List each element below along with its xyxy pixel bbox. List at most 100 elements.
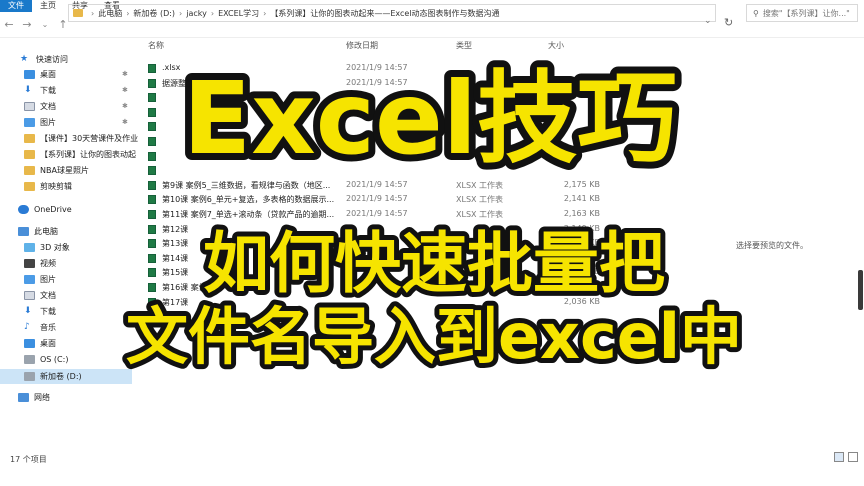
nav-music[interactable]: ♪ 音乐 [24,320,56,335]
file-row[interactable]: .xlsx 2021/1/9 14:57 [148,61,608,76]
nav-pc-downloads[interactable]: ⬇ 下载 [24,304,56,319]
folder-icon [24,182,35,191]
file-row[interactable] [148,163,608,178]
file-row[interactable]: 第12课 2,149 KB [148,222,608,237]
back-arrow-icon[interactable]: ← [0,18,18,31]
large-icons-view-icon[interactable] [848,452,858,462]
file-row[interactable] [148,119,608,134]
excel-file-icon [148,93,156,103]
breadcrumb-this-pc[interactable]: 此电脑 [98,8,122,19]
scrollbar-thumb[interactable] [858,270,863,310]
column-header-date[interactable]: 修改日期 [346,40,378,54]
column-header-name[interactable]: 名称 [148,40,164,54]
nav-documents[interactable]: 文档 [24,99,56,114]
pin-icon[interactable]: ✱ [122,70,128,78]
download-icon: ⬇ [24,306,32,316]
excel-file-icon [148,268,156,278]
excel-file-icon [148,151,156,161]
folder-icon [24,134,35,143]
column-header-type[interactable]: 类型 [456,40,472,54]
excel-file-icon [148,122,156,132]
drive-icon [24,355,35,364]
address-bar[interactable]: › 此电脑 › 新加卷 (D:) › jacky › EXCEL学习 › 【系列… [68,4,716,22]
nav-folder-series[interactable]: 【系列课】让你的图表动起 [24,147,136,162]
nav-3d-objects[interactable]: 3D 对象 [24,240,70,255]
file-row[interactable]: 第16课 案例 2,146 KB [148,280,608,295]
document-icon [24,291,35,300]
file-type: XLSX 工作表 [456,180,504,190]
breadcrumb-current-folder[interactable]: 【系列课】让你的图表动起来——Excel动态图表制作与数据沟通 [270,8,499,19]
nav-label: 下载 [40,86,56,95]
file-row[interactable] [148,90,608,105]
breadcrumb-excel-study[interactable]: EXCEL学习 [218,8,259,19]
nav-pc-documents[interactable]: 文档 [24,288,56,303]
excel-file-icon [148,137,156,146]
details-view-icon[interactable] [834,452,844,462]
tab-file[interactable]: 文件 [0,0,32,12]
excel-file-icon [148,78,156,88]
nav-label: 【系列课】让你的图表动起 [40,150,136,159]
breadcrumb-drive-d[interactable]: 新加卷 (D:) [133,8,175,19]
file-row[interactable]: 第11课 案例7_单选+滚动条（贷款产品的逾期... 2021/1/9 14:57… [148,207,608,222]
nav-drive-d[interactable]: 新加卷 (D:) [0,369,132,384]
pin-icon[interactable]: ✱ [122,102,128,110]
nav-this-pc[interactable]: 此电脑 [18,224,58,239]
nav-pc-pictures[interactable]: 图片 [24,272,56,287]
pin-icon[interactable]: ✱ [122,118,128,126]
file-row[interactable]: 第9课 案例5_三维数据，看规律与函数（地区... 2021/1/9 14:57 X… [148,178,608,193]
file-date: 2021/1/9 14:57 [346,209,408,218]
nav-label: NBA球星照片 [40,166,89,175]
file-row[interactable]: 第13课 2,166 KB [148,236,608,251]
folder-icon [24,166,35,175]
nav-quick-access[interactable]: ★ 快速访问 [20,52,68,67]
forward-arrow-icon[interactable]: → [18,18,36,31]
refresh-icon[interactable]: ↻ [724,16,733,29]
file-row[interactable] [148,105,608,120]
file-row[interactable] [148,149,608,164]
file-date: 2021/1/9 14:57 [346,194,408,204]
nav-label: 音乐 [40,323,56,332]
address-dropdown-icon[interactable]: ⌄ [704,16,712,26]
desktop-icon [24,70,35,79]
nav-label: 图片 [40,275,56,284]
file-row[interactable]: 第17课 2,036 KB [148,295,608,310]
nav-label: 桌面 [40,70,56,79]
search-icon: ⚲ [753,8,759,18]
file-row[interactable]: 第14课 2,151 KB [148,251,608,266]
nav-folder-nba[interactable]: NBA球星照片 [24,163,89,178]
nav-videos[interactable]: 视频 [24,256,56,271]
nav-pc-desktop[interactable]: 桌面 [24,336,56,351]
file-size: 2,163 KB [563,209,600,218]
tab-home[interactable]: 主页 [32,0,64,12]
breadcrumb-jacky[interactable]: jacky [186,9,207,18]
nav-onedrive[interactable]: OneDrive [18,202,72,217]
folder-icon [24,150,35,159]
file-row[interactable]: 第15课 2,158 KB [148,265,608,280]
search-placeholder: 搜索"【系列课】让你..." [762,8,850,18]
nav-drive-c[interactable]: OS (C:) [24,352,68,367]
file-size: 2,151 KB [563,252,600,262]
breadcrumb-separator-icon: › [126,8,130,18]
file-row[interactable]: 据源整理.xlsx 2021/1/9 14:57 [148,76,608,91]
file-name: 第11课 案例7_单选+滚动条（贷款产品的逾期... [162,210,335,219]
view-toggle-group [834,452,858,462]
file-date: 2021/1/9 14:57 [346,63,408,72]
navigation-pane: ★ 快速访问 桌面 ✱ ⬇ 下载 ✱ 文档 ✱ 图片 ✱ 【课件】30天营课件及… [0,40,138,450]
nav-desktop[interactable]: 桌面 [24,67,56,82]
nav-pictures[interactable]: 图片 [24,115,56,130]
excel-file-icon [148,166,156,176]
file-row[interactable] [148,134,608,149]
file-size: 2,158 KB [563,267,600,277]
column-header-size[interactable]: 大小 [548,40,564,54]
file-date: 2021/1/9 14:57 [346,179,408,189]
file-row[interactable]: 第10课 案例6_单元+复选，多表格的数据展示... 2021/1/9 14:57… [148,192,608,207]
nav-network[interactable]: 网络 [18,390,50,405]
pin-icon[interactable]: ✱ [122,86,128,94]
search-input[interactable]: ⚲ 搜索"【系列课】让你..." [746,4,858,22]
nav-folder-course[interactable]: 【课件】30天营课件及作业 [24,131,138,146]
recent-chevron-icon[interactable]: ⌄ [36,20,54,29]
cloud-icon [18,205,29,214]
nav-folder-jianying[interactable]: 剪映剪辑 [24,179,72,194]
nav-downloads[interactable]: ⬇ 下载 [24,83,56,98]
nav-label: 快速访问 [36,55,68,64]
